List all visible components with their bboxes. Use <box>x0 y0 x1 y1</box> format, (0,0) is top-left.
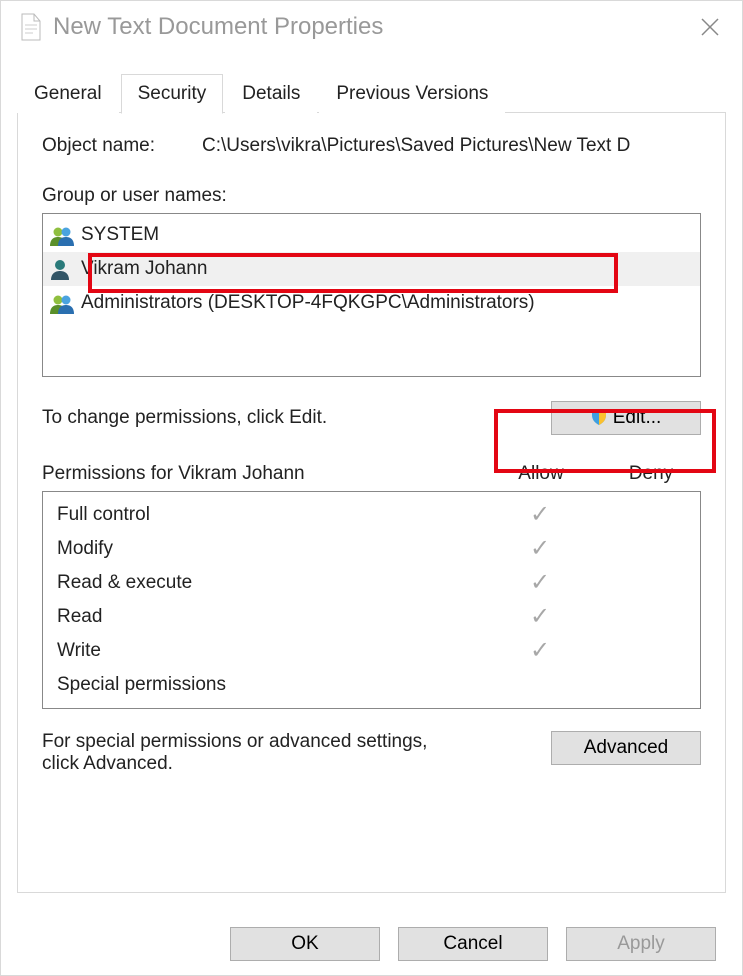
dialog-footer: OK Cancel Apply <box>1 913 742 975</box>
check-icon: ✓ <box>530 501 550 528</box>
permissions-deny-header: Deny <box>601 463 701 485</box>
group-users-label: Group or user names: <box>42 185 701 207</box>
advanced-button[interactable]: Advanced <box>551 731 701 765</box>
window-title: New Text Document Properties <box>53 13 688 41</box>
list-item[interactable]: SYSTEM <box>43 218 700 252</box>
people-icon <box>49 292 75 314</box>
permission-name: Write <box>57 640 480 662</box>
apply-button[interactable]: Apply <box>566 927 716 961</box>
permission-allow: ✓ <box>480 537 600 562</box>
edit-button-label: Edit... <box>613 407 662 428</box>
check-icon: ✓ <box>530 637 550 664</box>
check-icon: ✓ <box>530 535 550 562</box>
permission-row: Full control ✓ <box>43 498 700 532</box>
tab-strip: General Security Details Previous Versio… <box>17 67 726 113</box>
permission-name: Read & execute <box>57 572 480 594</box>
person-icon <box>49 258 75 280</box>
permission-row: Read & execute ✓ <box>43 566 700 600</box>
permission-allow: ✓ <box>480 571 600 596</box>
permission-row: Special permissions <box>43 668 700 702</box>
permission-name: Read <box>57 606 480 628</box>
permission-row: Write ✓ <box>43 634 700 668</box>
tab-security[interactable]: Security <box>121 74 224 114</box>
ok-button[interactable]: OK <box>230 927 380 961</box>
permission-allow: ✓ <box>480 639 600 664</box>
list-item-label: Administrators (DESKTOP-4FQKGPC\Administ… <box>81 292 535 314</box>
permission-row: Read ✓ <box>43 600 700 634</box>
check-icon: ✓ <box>530 569 550 596</box>
permission-allow: ✓ <box>480 605 600 630</box>
permission-name: Special permissions <box>57 674 480 696</box>
permissions-title: Permissions for Vikram Johann <box>42 463 481 485</box>
people-icon <box>49 224 75 246</box>
check-icon: ✓ <box>530 603 550 630</box>
shield-icon <box>591 409 607 425</box>
file-icon <box>19 13 43 41</box>
permission-name: Full control <box>57 504 480 526</box>
list-item-label: SYSTEM <box>81 224 159 246</box>
cancel-button[interactable]: Cancel <box>398 927 548 961</box>
object-name-value: C:\Users\vikra\Pictures\Saved Pictures\N… <box>202 135 701 157</box>
list-item[interactable]: Vikram Johann <box>43 252 700 286</box>
edit-button[interactable]: Edit... <box>551 401 701 435</box>
object-name-label: Object name: <box>42 135 202 157</box>
permission-row: Modify ✓ <box>43 532 700 566</box>
list-item-label: Vikram Johann <box>81 258 207 280</box>
permissions-allow-header: Allow <box>481 463 601 485</box>
tab-previous-versions[interactable]: Previous Versions <box>319 74 505 113</box>
change-permissions-text: To change permissions, click Edit. <box>42 407 327 429</box>
tab-general[interactable]: General <box>17 74 119 113</box>
permission-allow: ✓ <box>480 503 600 528</box>
list-item[interactable]: Administrators (DESKTOP-4FQKGPC\Administ… <box>43 286 700 320</box>
security-tab-body: Object name: C:\Users\vikra\Pictures\Sav… <box>17 113 726 893</box>
users-listbox[interactable]: SYSTEM Vikram Johann Administrators (DESKT… <box>42 213 701 377</box>
tab-details[interactable]: Details <box>225 74 317 113</box>
properties-dialog: New Text Document Properties General Sec… <box>0 0 743 976</box>
advanced-text: For special permissions or advanced sett… <box>42 731 462 775</box>
permission-name: Modify <box>57 538 480 560</box>
permissions-listbox: Full control ✓ Modify ✓ Read & execute ✓ Read ✓… <box>42 491 701 709</box>
close-button[interactable] <box>688 5 732 49</box>
titlebar: New Text Document Properties <box>1 1 742 53</box>
